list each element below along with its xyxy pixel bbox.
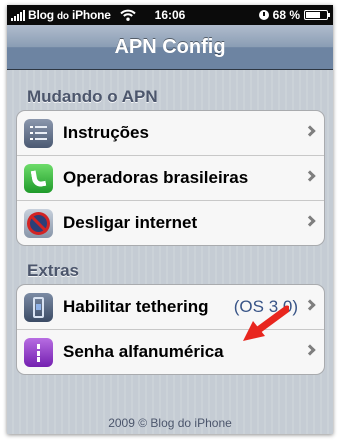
- annotation-arrow-icon: [243, 305, 289, 341]
- chevron-right-icon: [304, 125, 316, 137]
- tethering-icon: [24, 292, 53, 322]
- section-header-extras: Extras: [27, 261, 79, 280]
- status-bar: Blog do iPhone 16:06 68 %: [7, 5, 333, 25]
- row-label: Operadoras brasileiras: [63, 168, 249, 187]
- section-header-apn: Mudando o APN: [27, 87, 158, 106]
- footer-credit: 2009 © Blog do iPhone: [108, 416, 232, 430]
- list-icon: [24, 118, 53, 148]
- status-right: 68 %: [258, 8, 330, 22]
- chevron-right-icon: [304, 215, 316, 227]
- group-apn: Instruções Operadoras brasileiras Deslig…: [16, 110, 325, 246]
- nav-title: APN Config: [114, 36, 226, 58]
- battery-icon: [304, 10, 330, 20]
- row-label: Habilitar tethering: [63, 297, 209, 316]
- row-label: Senha alfanumérica: [63, 342, 224, 361]
- navigation-bar: APN Config: [7, 25, 333, 70]
- row-label: Desligar internet: [63, 213, 198, 232]
- chevron-right-icon: [304, 344, 316, 356]
- row-label: Instruções: [63, 123, 149, 142]
- password-icon: [24, 337, 53, 367]
- no-entry-icon: [24, 208, 53, 238]
- row-instrucoes[interactable]: Instruções: [17, 111, 324, 155]
- chevron-right-icon: [304, 170, 316, 182]
- alarm-icon: [258, 10, 269, 20]
- row-desligar[interactable]: Desligar internet: [17, 200, 324, 245]
- settings-content[interactable]: Mudando o APN Instruções Operadoras bras…: [7, 70, 333, 434]
- battery-percent: 68 %: [272, 8, 300, 22]
- phone-icon: [24, 163, 53, 193]
- chevron-right-icon: [304, 299, 316, 311]
- row-operadoras[interactable]: Operadoras brasileiras: [17, 155, 324, 200]
- phone-screen: Blog do iPhone 16:06 68 % APN Config Mud…: [7, 5, 333, 434]
